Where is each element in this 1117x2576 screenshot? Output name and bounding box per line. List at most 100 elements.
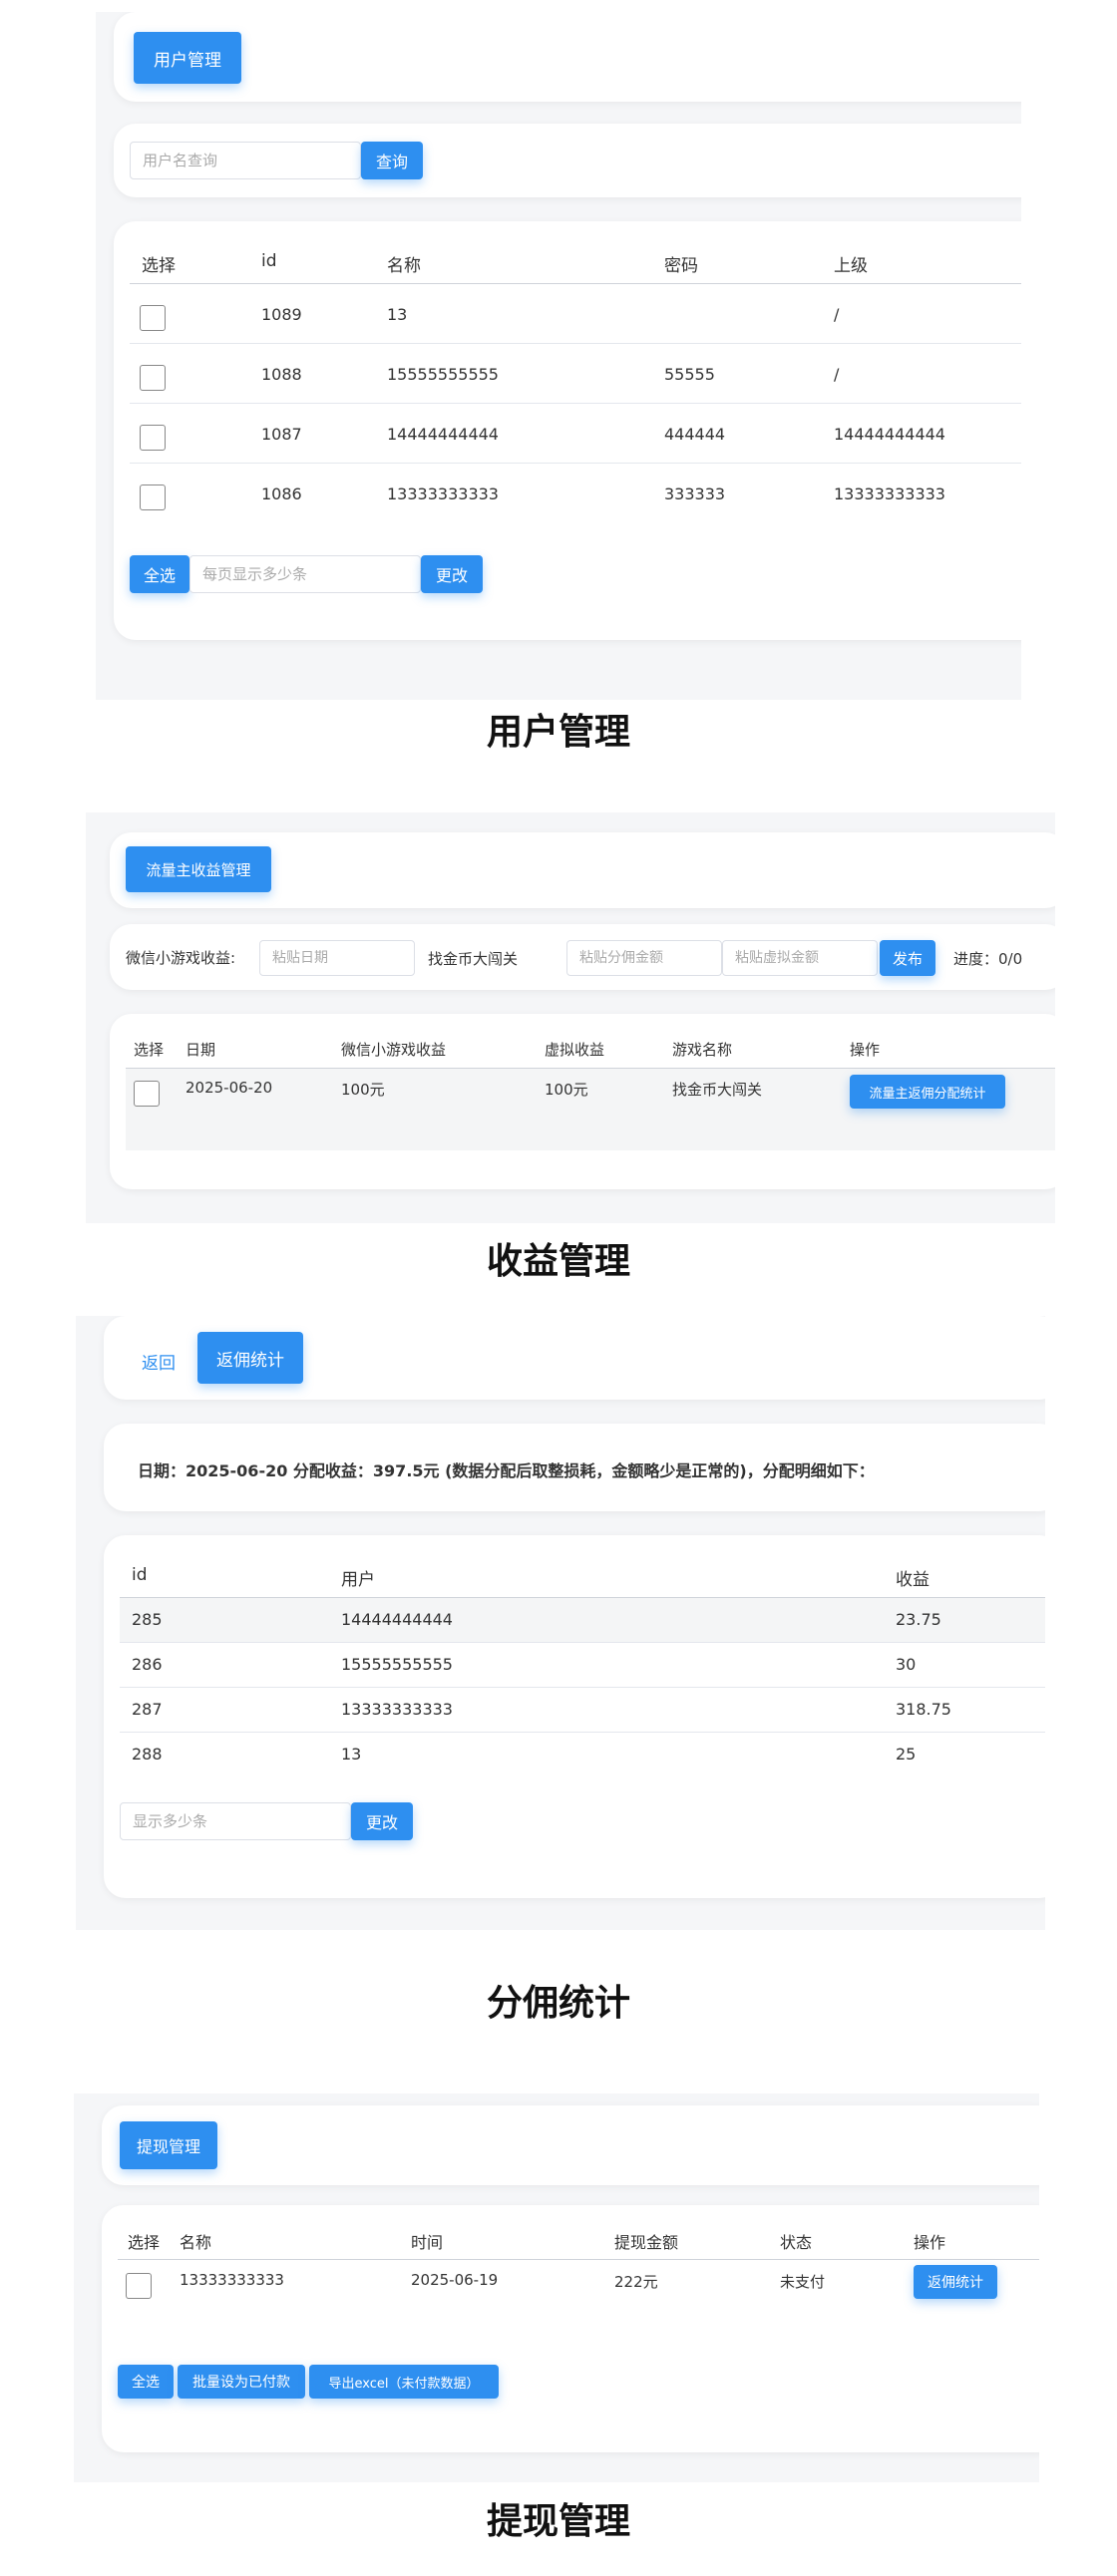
select-all-button[interactable]: 全选	[118, 2365, 174, 2399]
col-header-wx-revenue: 微信小游戏收益	[341, 1041, 447, 1059]
row-id: 1088	[261, 365, 302, 384]
row-income: 30	[896, 1655, 917, 1674]
row-status: 未支付	[780, 2273, 826, 2291]
withdrawal-management-button[interactable]: 提现管理	[120, 2121, 217, 2169]
change-page-size-button[interactable]: 更改	[421, 555, 483, 593]
col-header-select: 选择	[128, 2233, 161, 2252]
commission-amount-input[interactable]	[566, 940, 722, 976]
row-id: 288	[132, 1745, 163, 1764]
withdrawal-header-card: 提现管理	[102, 2105, 1039, 2185]
row-user: 13333333333	[341, 1700, 453, 1719]
row-parent: 14444444444	[834, 425, 945, 444]
row-checkbox[interactable]	[140, 365, 166, 391]
withdrawal-table-card: 选择 名称 时间 提现金额 状态 操作 13333333333 2025-06-…	[102, 2205, 1039, 2452]
section-caption-commission-stats: 分佣统计	[486, 1983, 630, 2024]
row-amount: 222元	[614, 2273, 658, 2291]
col-header-parent: 上级	[834, 256, 868, 276]
row-id: 1089	[261, 305, 302, 324]
table-header-divider	[130, 283, 1021, 284]
table-row: 2025-06-20 100元 100元 找金币大闯关 流量主返佣分配统计	[126, 1069, 1055, 1150]
commission-header-card: 返回 返佣统计	[104, 1316, 1045, 1400]
row-parent: /	[834, 305, 840, 324]
section-caption-withdrawal-management: 提现管理	[486, 2501, 630, 2542]
row-name: 13333333333	[387, 484, 499, 503]
row-checkbox[interactable]	[126, 2273, 152, 2299]
date-input[interactable]	[259, 940, 415, 976]
row-checkbox[interactable]	[140, 425, 166, 451]
row-user: 15555555555	[341, 1655, 453, 1674]
view-commission-button[interactable]: 返佣统计	[914, 2265, 997, 2299]
revenue-form-card: 微信小游戏收益: 找金币大闯关 发布 进度：0/0	[110, 924, 1055, 990]
col-header-name: 名称	[180, 2233, 212, 2252]
commission-summary-card: 日期：2025-06-20 分配收益：397.5元 (数据分配后取整损耗，金额略…	[104, 1424, 1045, 1511]
row-wx-revenue: 100元	[341, 1081, 385, 1099]
row-id: 1087	[261, 425, 302, 444]
table-header-divider	[118, 2259, 1039, 2260]
commission-distribution-button[interactable]: 流量主返佣分配统计	[850, 1075, 1005, 1109]
user-search-card: 查询	[114, 124, 1021, 197]
col-header-select: 选择	[134, 1041, 165, 1059]
col-header-action: 操作	[914, 2233, 946, 2252]
row-password: 444444	[664, 425, 726, 444]
row-checkbox[interactable]	[140, 484, 166, 510]
row-id: 1086	[261, 484, 302, 503]
row-divider	[120, 1732, 1045, 1733]
commission-stats-button[interactable]: 返佣统计	[197, 1332, 303, 1384]
stats-page-size-input[interactable]	[120, 1802, 351, 1840]
withdrawal-management-panel: 提现管理 选择 名称 时间 提现金额 状态 操作 13333333333 202…	[74, 2093, 1039, 2482]
row-game-name: 找金币大闯关	[672, 1081, 763, 1099]
row-id: 287	[132, 1700, 163, 1719]
virtual-amount-input[interactable]	[722, 940, 878, 976]
page-size-input[interactable]	[189, 555, 421, 593]
row-id: 285	[132, 1610, 163, 1629]
row-income: 23.75	[896, 1610, 941, 1629]
revenue-header-card: 流量主收益管理	[110, 832, 1055, 908]
col-header-virtual-revenue: 虚拟收益	[545, 1041, 605, 1059]
revenue-management-button[interactable]: 流量主收益管理	[126, 846, 271, 892]
col-header-action: 操作	[850, 1041, 881, 1059]
row-virtual-revenue: 100元	[545, 1081, 588, 1099]
row-checkbox[interactable]	[140, 305, 166, 331]
commission-stats-panel: 返回 返佣统计 日期：2025-06-20 分配收益：397.5元 (数据分配后…	[76, 1316, 1045, 1930]
publish-button[interactable]: 发布	[880, 940, 935, 976]
row-divider	[130, 403, 1021, 404]
select-all-button[interactable]: 全选	[130, 555, 189, 593]
row-user: 14444444444	[341, 1610, 453, 1629]
row-income: 318.75	[896, 1700, 951, 1719]
revenue-table-card: 选择 日期 微信小游戏收益 虚拟收益 游戏名称 操作 2025-06-20 10…	[110, 1014, 1055, 1189]
col-header-password: 密码	[664, 256, 698, 276]
stats-change-button[interactable]: 更改	[351, 1802, 413, 1840]
col-header-status: 状态	[780, 2233, 813, 2252]
col-header-id: id	[132, 1565, 148, 1585]
row-divider	[120, 1642, 1045, 1643]
row-checkbox[interactable]	[134, 1081, 160, 1107]
row-name: 13	[387, 305, 408, 324]
search-button[interactable]: 查询	[361, 142, 423, 179]
export-excel-button[interactable]: 导出excel（未付款数据）	[309, 2365, 499, 2399]
row-user: 13	[341, 1745, 362, 1764]
row-divider	[130, 463, 1021, 464]
progress-text: 进度：0/0	[953, 950, 1023, 968]
row-password: 55555	[664, 365, 715, 384]
game-name-input[interactable]: 找金币大闯关	[415, 940, 564, 976]
row-divider	[130, 343, 1021, 344]
col-header-select: 选择	[142, 256, 176, 276]
commission-summary-text: 日期：2025-06-20 分配收益：397.5元 (数据分配后取整损耗，金额略…	[138, 1461, 875, 1480]
row-name: 14444444444	[387, 425, 499, 444]
row-name: 13333333333	[180, 2271, 284, 2289]
col-header-income: 收益	[896, 1570, 930, 1590]
col-header-user: 用户	[341, 1570, 375, 1590]
row-time: 2025-06-19	[411, 2271, 499, 2289]
row-parent: 13333333333	[834, 484, 945, 503]
col-header-name: 名称	[387, 256, 421, 276]
table-row: 285 14444444444 23.75	[120, 1598, 1045, 1642]
username-search-input[interactable]	[130, 142, 361, 179]
row-divider	[120, 1687, 1045, 1688]
user-table-card: 选择 id 名称 密码 上级 1089 13 / 1088 1555555555…	[114, 221, 1021, 640]
batch-mark-paid-button[interactable]: 批量设为已付款	[178, 2365, 305, 2399]
user-management-button[interactable]: 用户管理	[134, 32, 241, 84]
wx-game-revenue-label: 微信小游戏收益:	[126, 949, 236, 967]
back-link[interactable]: 返回	[142, 1349, 176, 1374]
section-caption-user-management: 用户管理	[486, 712, 630, 753]
section-caption-revenue-management: 收益管理	[486, 1241, 630, 1282]
